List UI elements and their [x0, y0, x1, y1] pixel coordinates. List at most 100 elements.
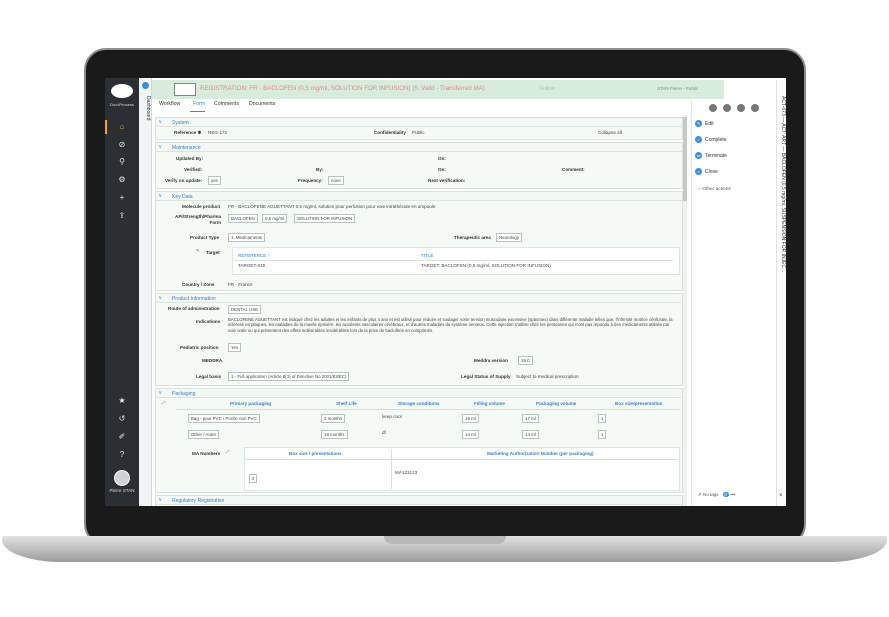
tags-area[interactable]: ✐ No tags 0 ••• [698, 492, 735, 498]
section-header[interactable]: v Maintenance [156, 143, 682, 152]
chevron-down-icon[interactable]: v [159, 390, 162, 396]
tab-form[interactable]: Form [193, 101, 205, 107]
strength-chip[interactable]: 0,5 mg/ml [262, 214, 288, 223]
terminate-button[interactable]: ⏭ Terminate [695, 152, 727, 162]
shelf-life-cell[interactable]: 3 months [321, 414, 346, 423]
meddra-version-field[interactable]: 16.0 [518, 356, 533, 365]
print-icon[interactable] [709, 104, 717, 112]
home-icon[interactable]: ⌂ [105, 120, 139, 134]
target-label: Target [206, 250, 220, 255]
primary-packaging-cell[interactable]: Bag - pour PVC / Poche non PVC [188, 414, 260, 423]
chevron-down-icon[interactable]: v [159, 144, 162, 150]
tab-workflow[interactable]: Workflow [159, 101, 180, 107]
chevron-down-icon[interactable]: v [159, 295, 162, 301]
therapeutic-area-label: Therapeutic area [454, 235, 491, 240]
country-value: FR - France [228, 282, 253, 287]
document-header: REGISTRATION: FR - BACLOFEN (0,5 mg/ml, … [152, 80, 724, 99]
expand-icon[interactable]: ⤢ [226, 449, 230, 454]
primary-packaging-cell[interactable]: Other / Autre [188, 430, 219, 439]
section-title: Packaging [172, 390, 196, 397]
column-storage-conditions[interactable]: Storage conditions [398, 401, 440, 406]
edit-button[interactable]: ✎ Edit [695, 120, 714, 130]
close-icon[interactable]: × [779, 493, 783, 499]
therapeutic-area-field[interactable]: Neurology [496, 233, 523, 242]
avatar[interactable] [114, 470, 130, 486]
shelf-life-cell[interactable]: 18 months [321, 430, 348, 439]
molecule-value[interactable]: FR - BACLOFENE AGUETTANT 0,5 mg/ml, solu… [228, 204, 435, 209]
section-header[interactable]: v System [156, 118, 682, 127]
column-filling-volume[interactable]: Filling volume [474, 401, 505, 406]
target-reference-cell[interactable]: TARGET-049 [238, 263, 265, 268]
related-activity-strip[interactable]: ACT-073 — ACT: ART — BACLOFEN (0,5 mg/ml… [776, 80, 786, 506]
search-icon[interactable]: ⚲ [105, 155, 139, 169]
tab-comments[interactable]: Comments [214, 101, 239, 107]
follow-button[interactable]: Follow [540, 86, 554, 92]
scrollbar-thumb[interactable] [683, 117, 687, 201]
ma-box-size-cell[interactable]: 2 [249, 474, 258, 483]
column-shelf-life[interactable]: Shelf Life [336, 401, 357, 406]
pharma-form-chip[interactable]: SOLUTION FOR INFUSION [294, 214, 356, 223]
ban-icon[interactable]: ⊘ [105, 138, 139, 152]
legal-basis-field[interactable]: 1 - Full application (Article 8(3) of Di… [228, 372, 350, 381]
collapse-all-button[interactable]: Collapse all [598, 130, 622, 135]
plus-icon[interactable]: + [105, 191, 139, 205]
tools-icon[interactable]: ✐ [105, 430, 139, 444]
info-icon[interactable] [142, 82, 149, 89]
section-system: v System Reference ✱ REG-171 Confidentia… [155, 117, 683, 140]
box-size-cell[interactable]: 1 [598, 414, 607, 423]
link-icon[interactable]: ✎ [196, 248, 200, 254]
other-actions-toggle[interactable]: › Other actions [698, 187, 731, 192]
chevron-down-icon[interactable]: v [159, 497, 162, 503]
packaging-volume-cell[interactable]: 17 ml [522, 414, 539, 423]
section-header[interactable]: v Key Data [156, 192, 682, 201]
product-type-field[interactable]: 1. Medicaments [228, 233, 265, 242]
tab-documents[interactable]: Documents [249, 101, 275, 107]
packaging-volume-cell[interactable]: 14 ml [522, 430, 539, 439]
more-icon[interactable]: ••• [730, 492, 735, 497]
storage-cell[interactable]: df [382, 430, 386, 435]
api-chip[interactable]: BACLOFEN [228, 214, 258, 223]
target-title-cell[interactable]: TARGET: BACLOFEN (0,5 mg/ml, SOLUTION FO… [421, 263, 551, 268]
close-button[interactable]: × Close [695, 168, 718, 178]
storage-cell[interactable]: keep cool [382, 414, 402, 419]
target-column-title[interactable]: TITLE [421, 253, 434, 258]
star-icon[interactable] [737, 104, 745, 112]
column-primary-packaging[interactable]: Primary packaging [230, 401, 271, 406]
column-packaging-volume[interactable]: Packaging volume [536, 401, 576, 406]
column-box-size[interactable]: Box size/presentation [615, 401, 662, 406]
filling-volume-cell[interactable]: 14 ml [462, 430, 479, 439]
section-header[interactable]: v Regulatory Registration [156, 496, 682, 505]
frequency-field[interactable]: none [328, 176, 344, 185]
section-header[interactable]: v Packaging [156, 389, 682, 398]
history-icon[interactable]: ↺ [105, 412, 139, 426]
route-field[interactable]: DENTAL USE [228, 305, 262, 314]
section-title: System [172, 119, 189, 126]
related-activity-title[interactable]: ACT-073 — ACT: ART — BACLOFEN (0,5 mg/ml… [778, 96, 786, 272]
share-icon[interactable] [751, 104, 759, 112]
indications-label: Indications [196, 319, 221, 324]
indications-text[interactable]: BACLOFENE AGUETTANT est indiqué chez les… [228, 317, 678, 333]
meddra-label: MEDDRA [202, 358, 223, 363]
section-product-information: v Product Information Route of administr… [155, 293, 683, 386]
history-icon[interactable] [723, 104, 731, 112]
verify-on-update-field[interactable]: yes [208, 176, 221, 185]
upload-icon[interactable]: ⇪ [105, 209, 139, 223]
ma-number-cell[interactable]: MA123123 [395, 470, 417, 475]
chevron-down-icon[interactable]: v [159, 193, 162, 199]
expand-icon[interactable]: ⤢ [162, 400, 166, 405]
filling-volume-cell[interactable]: 16 ml [462, 414, 479, 423]
box-size-cell[interactable]: 1 [598, 430, 607, 439]
section-header[interactable]: v Product Information [156, 294, 682, 303]
gear-icon[interactable]: ⚙ [105, 173, 139, 187]
complete-button[interactable]: ✓ Complete [695, 136, 726, 146]
pediatric-field[interactable]: Yes [228, 343, 242, 352]
column-box-size-presentations[interactable]: Box size / presentations [289, 451, 342, 456]
form-scrollbar[interactable] [683, 115, 687, 506]
user-name[interactable]: Pierre STAN [105, 488, 139, 493]
chevron-down-icon[interactable]: v [159, 119, 162, 125]
column-ma-number[interactable]: Marketing Authorization Number (per pack… [487, 451, 594, 456]
target-column-reference[interactable]: REFERENCE ↑ [238, 253, 270, 258]
star-icon[interactable]: ★ [105, 394, 139, 408]
help-icon[interactable]: ? [105, 448, 139, 462]
dashboard-link[interactable]: Dashboard [140, 96, 151, 120]
